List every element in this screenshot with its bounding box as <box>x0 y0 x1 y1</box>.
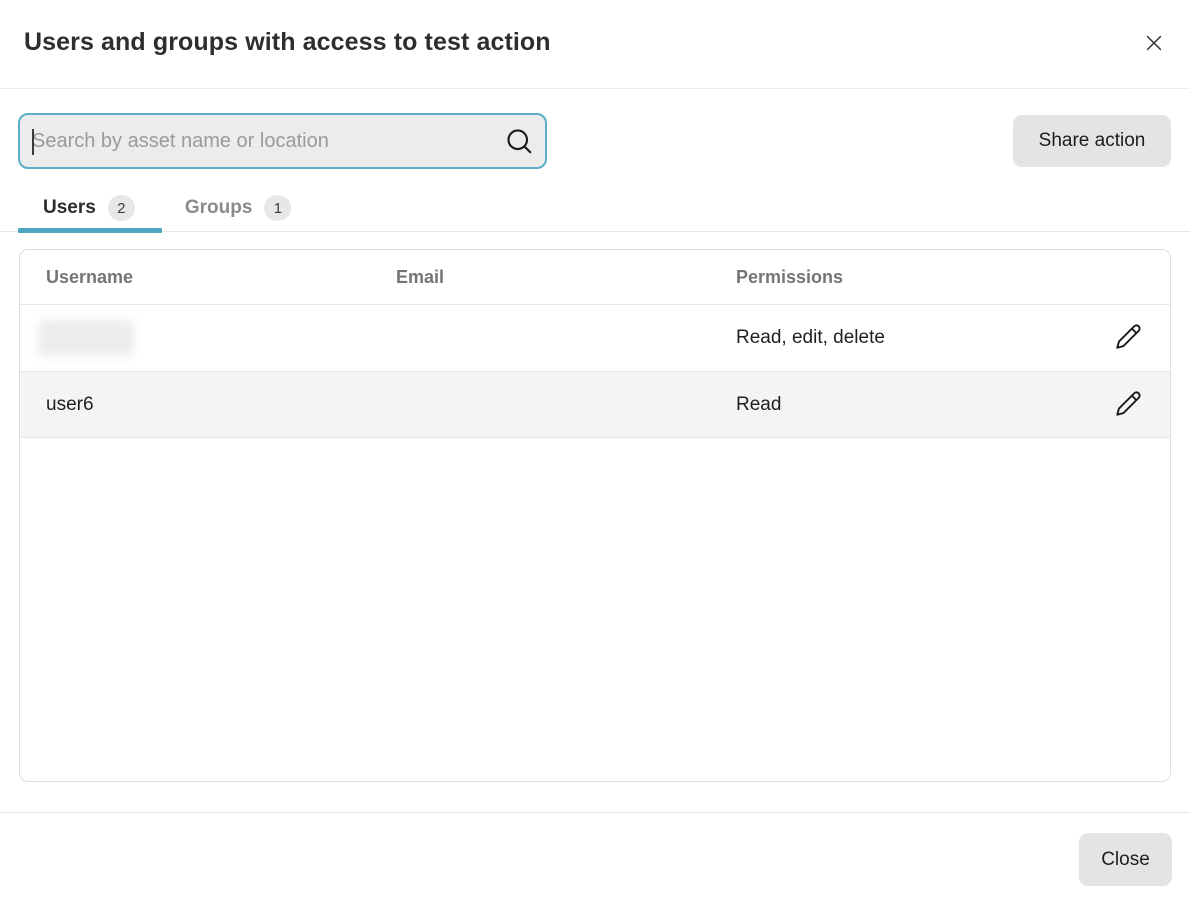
table-header-row: Username Email Permissions <box>20 250 1170 304</box>
pencil-icon <box>1115 390 1142 420</box>
column-header-username: Username <box>20 267 370 288</box>
search-icon <box>499 126 545 156</box>
close-button[interactable]: Close <box>1079 833 1172 886</box>
table-row: Read, edit, delete <box>20 304 1170 371</box>
tab-bar: Users 2 Groups 1 <box>18 188 316 228</box>
pencil-icon <box>1115 323 1142 353</box>
close-icon <box>1143 32 1165 57</box>
permissions-cell: Read <box>710 394 1086 416</box>
username-cell <box>20 320 370 356</box>
tab-groups-label: Groups <box>185 197 253 219</box>
tab-groups[interactable]: Groups 1 <box>160 188 317 228</box>
active-tab-underline <box>18 228 162 233</box>
groups-count-badge: 1 <box>264 195 291 221</box>
search-field <box>18 113 547 169</box>
users-count-badge: 2 <box>108 195 135 221</box>
column-header-email: Email <box>370 267 710 288</box>
header-divider <box>0 88 1190 89</box>
tab-users[interactable]: Users 2 <box>18 188 160 228</box>
footer-divider <box>0 812 1190 813</box>
redacted-username <box>38 320 134 356</box>
edit-permissions-button[interactable] <box>1108 385 1148 425</box>
tabs-baseline-divider <box>0 231 1190 232</box>
search-input[interactable] <box>20 115 499 167</box>
text-caret <box>32 129 34 155</box>
column-header-permissions: Permissions <box>710 267 1086 288</box>
users-table: Username Email Permissions Read, edit, d… <box>19 249 1171 782</box>
permissions-cell: Read, edit, delete <box>710 327 1086 349</box>
edit-permissions-button[interactable] <box>1108 318 1148 358</box>
share-access-modal: Users and groups with access to test act… <box>0 0 1190 904</box>
modal-title: Users and groups with access to test act… <box>24 28 551 57</box>
modal-close-button[interactable] <box>1134 24 1174 64</box>
tab-users-label: Users <box>43 197 96 219</box>
table-row: user6 Read <box>20 371 1170 438</box>
share-action-button[interactable]: Share action <box>1013 115 1171 167</box>
username-cell: user6 <box>20 394 370 416</box>
